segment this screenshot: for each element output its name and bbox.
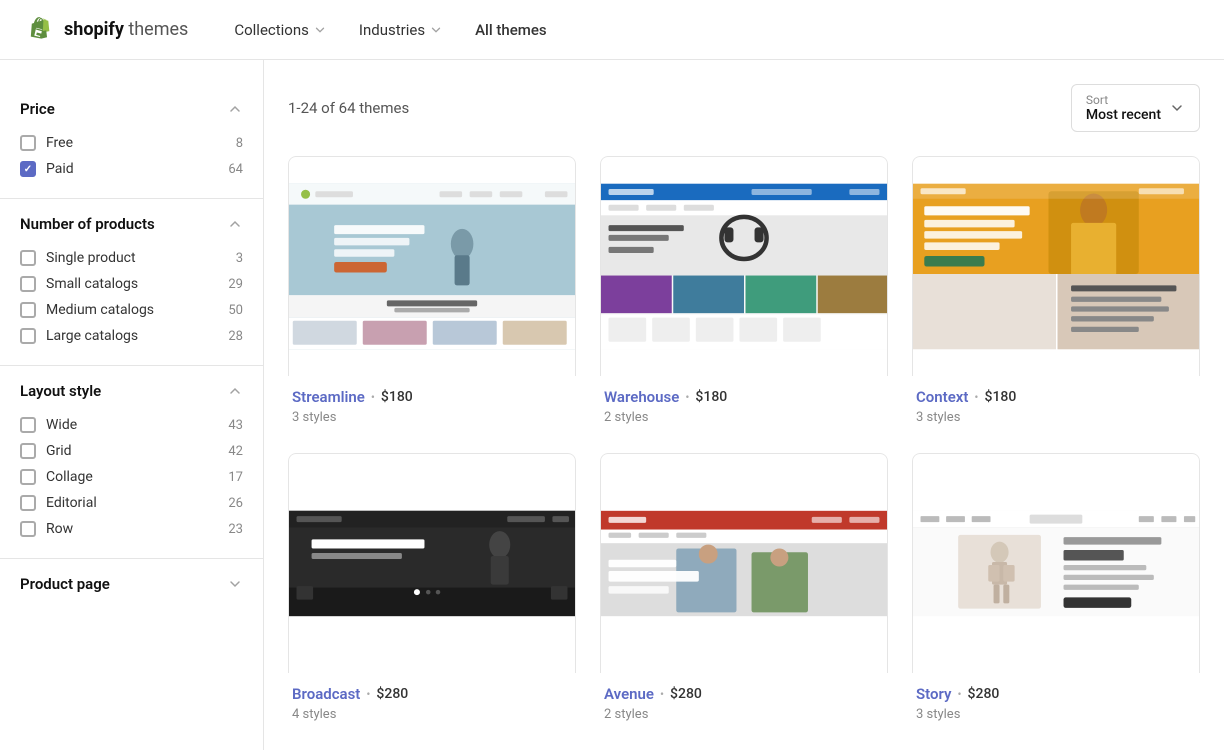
theme-preview-broadcast (288, 453, 576, 673)
nav-industries[interactable]: Industries (345, 13, 457, 47)
checkbox-free[interactable] (20, 135, 36, 151)
logo[interactable]: shopify themes (24, 13, 188, 47)
theme-info-broadcast: Broadcast • $280 4 styles (288, 673, 576, 726)
theme-grid: Streamline • $180 3 styles (288, 156, 1200, 726)
collections-chevron-icon (313, 23, 327, 37)
filter-section-price: Price Free 8 Paid 64 (0, 84, 263, 199)
theme-preview-story (912, 453, 1200, 673)
theme-card-story[interactable]: Story • $280 3 styles (912, 453, 1200, 726)
theme-info-warehouse: Warehouse • $180 2 styles (600, 376, 888, 429)
industries-chevron-icon (429, 23, 443, 37)
theme-styles-broadcast: 4 styles (292, 707, 572, 722)
nav-collections[interactable]: Collections (220, 13, 341, 47)
theme-info-story: Story • $280 3 styles (912, 673, 1200, 726)
theme-styles-story: 3 styles (916, 707, 1196, 722)
theme-info-context: Context • $180 3 styles (912, 376, 1200, 429)
filter-row-small: Small catalogs 29 (20, 271, 243, 297)
filter-row-editorial: Editorial 26 (20, 490, 243, 516)
theme-name-avenue[interactable]: Avenue (604, 685, 654, 703)
main-layout: Price Free 8 Paid 64 (0, 60, 1224, 750)
filter-row-large: Large catalogs 28 (20, 323, 243, 349)
filter-row-row: Row 23 (20, 516, 243, 542)
theme-card-context[interactable]: Context • $180 3 styles (912, 156, 1200, 429)
filter-section-product-page: Product page (0, 559, 263, 621)
theme-info-streamline: Streamline • $180 3 styles (288, 376, 576, 429)
theme-name-story[interactable]: Story (916, 685, 951, 703)
theme-name-streamline[interactable]: Streamline (292, 388, 365, 406)
sidebar: Price Free 8 Paid 64 (0, 60, 264, 750)
theme-price-streamline: $180 (381, 389, 413, 405)
theme-price-story: $280 (968, 686, 1000, 702)
filter-row-paid: Paid 64 (20, 156, 243, 182)
filter-row-free: Free 8 (20, 130, 243, 156)
price-collapse-icon (227, 101, 243, 117)
theme-card-avenue[interactable]: Avenue • $280 2 styles (600, 453, 888, 726)
checkbox-row[interactable] (20, 521, 36, 537)
theme-card-broadcast[interactable]: Broadcast • $280 4 styles (288, 453, 576, 726)
logo-brand-text: shopify themes (64, 19, 188, 40)
shopify-logo-icon (24, 13, 58, 47)
filter-product-page-header[interactable]: Product page (20, 575, 243, 593)
theme-preview-avenue (600, 453, 888, 673)
site-header: shopify themes Collections Industries Al… (0, 0, 1224, 60)
main-nav: Collections Industries All themes (220, 13, 560, 47)
checkbox-medium[interactable] (20, 302, 36, 318)
filter-row-single: Single product 3 (20, 245, 243, 271)
theme-preview-streamline (288, 156, 576, 376)
main-content: 1-24 of 64 themes Sort Most recent (264, 60, 1224, 750)
filter-section-number-of-products: Number of products Single product 3 Smal… (0, 199, 263, 366)
checkbox-small[interactable] (20, 276, 36, 292)
sort-dropdown[interactable]: Sort Most recent (1071, 84, 1200, 132)
theme-styles-warehouse: 2 styles (604, 410, 884, 425)
theme-name-context[interactable]: Context (916, 388, 968, 406)
theme-price-context: $180 (984, 389, 1016, 405)
theme-price-warehouse: $180 (695, 389, 727, 405)
theme-styles-streamline: 3 styles (292, 410, 572, 425)
theme-card-streamline[interactable]: Streamline • $180 3 styles (288, 156, 576, 429)
theme-card-warehouse[interactable]: Warehouse • $180 2 styles (600, 156, 888, 429)
layout-collapse-icon (227, 383, 243, 399)
content-header: 1-24 of 64 themes Sort Most recent (288, 84, 1200, 132)
products-collapse-icon (227, 216, 243, 232)
filter-layout-header[interactable]: Layout style (20, 382, 243, 400)
filter-price-header[interactable]: Price (20, 100, 243, 118)
theme-name-broadcast[interactable]: Broadcast (292, 685, 360, 703)
checkbox-large[interactable] (20, 328, 36, 344)
checkbox-collage[interactable] (20, 469, 36, 485)
theme-styles-context: 3 styles (916, 410, 1196, 425)
filter-section-layout-style: Layout style Wide 43 Grid 42 (0, 366, 263, 559)
product-page-expand-icon (227, 576, 243, 592)
theme-price-avenue: $280 (670, 686, 702, 702)
theme-price-broadcast: $280 (376, 686, 408, 702)
theme-styles-avenue: 2 styles (604, 707, 884, 722)
filter-row-medium: Medium catalogs 50 (20, 297, 243, 323)
checkbox-paid[interactable] (20, 161, 36, 177)
sort-chevron-icon (1169, 100, 1185, 116)
checkbox-editorial[interactable] (20, 495, 36, 511)
checkbox-wide[interactable] (20, 417, 36, 433)
filter-products-header[interactable]: Number of products (20, 215, 243, 233)
checkbox-single[interactable] (20, 250, 36, 266)
filter-row-collage: Collage 17 (20, 464, 243, 490)
theme-name-warehouse[interactable]: Warehouse (604, 388, 679, 406)
filter-row-grid: Grid 42 (20, 438, 243, 464)
theme-preview-warehouse (600, 156, 888, 376)
checkbox-grid[interactable] (20, 443, 36, 459)
theme-preview-context (912, 156, 1200, 376)
nav-all-themes[interactable]: All themes (461, 13, 561, 47)
theme-info-avenue: Avenue • $280 2 styles (600, 673, 888, 726)
filter-row-wide: Wide 43 (20, 412, 243, 438)
results-count: 1-24 of 64 themes (288, 99, 409, 117)
